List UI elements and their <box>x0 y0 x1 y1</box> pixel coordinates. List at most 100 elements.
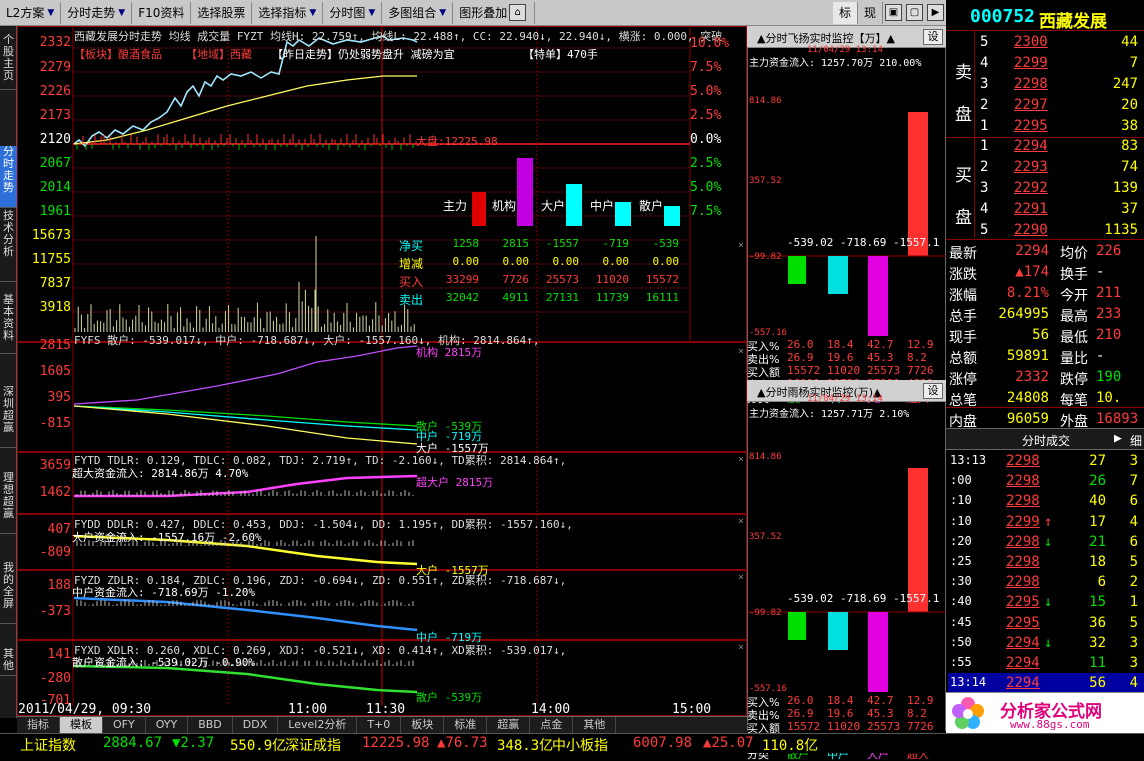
bottom-tab[interactable]: BBD <box>188 717 233 733</box>
close-icon[interactable]: × <box>738 516 744 527</box>
bottom-tab[interactable]: T+0 <box>357 717 402 733</box>
toolbar-f10[interactable]: F10资料 <box>132 1 192 24</box>
toolbar-l2-scheme[interactable]: L2方案 ▼ <box>0 1 62 24</box>
index-name-sz[interactable]: 深证成指 <box>285 735 341 755</box>
bottom-tab[interactable]: 超赢 <box>487 717 531 733</box>
bid-row[interactable]: 3 2292 139 <box>948 178 1144 199</box>
ind1-y: -815 <box>39 416 71 431</box>
bottom-tab[interactable]: OFY <box>103 717 146 733</box>
tick-row[interactable]: :30 2298 6 2 <box>948 572 1144 593</box>
tick-time: :20 <box>950 533 972 548</box>
toolbar-select-stock[interactable]: 选择股票 <box>191 1 253 24</box>
bottom-tab[interactable]: 板块 <box>401 717 445 733</box>
dapan-label: 大盘:12225.98 <box>416 135 498 148</box>
tick-row[interactable]: :50 2294 ↓ 32 3 <box>948 633 1144 654</box>
toolbar-now-button[interactable]: 现 <box>858 1 883 24</box>
tick-row[interactable]: :40 2295 ↓ 15 1 <box>948 592 1144 613</box>
pct-label: 2.5% <box>690 108 722 123</box>
tick-row[interactable]: :20 2298 ↓ 21 6 <box>948 532 1144 553</box>
ask-row[interactable]: 2 2297 20 <box>948 95 1144 116</box>
tick-row[interactable]: 13:13 2298 27 3 <box>948 451 1144 472</box>
bid-row[interactable]: 5 2290 1135 <box>948 220 1144 241</box>
ask-row[interactable]: 1 2295 38 <box>948 116 1144 137</box>
tick-row[interactable]: :10 2298 40 6 <box>948 491 1144 512</box>
bid-level: 1 <box>980 138 989 154</box>
toolbar-overlay[interactable]: 图形叠加 ⌂ <box>453 1 536 24</box>
tick-volume: 11 <box>1089 655 1106 671</box>
ask-row[interactable]: 3 2298 247 <box>948 74 1144 95</box>
tick-count: 4 <box>1129 513 1138 530</box>
bid-row[interactable]: 2 2293 74 <box>948 157 1144 178</box>
tick-count: 3 <box>1129 634 1138 651</box>
bottom-tab[interactable]: 指标 <box>17 717 60 733</box>
index-name-sh[interactable]: 上证指数 <box>20 735 76 755</box>
stat-value: - <box>1096 264 1105 280</box>
tick-price: 2295 <box>1006 594 1040 611</box>
restore-icon[interactable]: ▣ <box>885 4 902 21</box>
monitor-cell: 18.4 <box>827 338 854 351</box>
chart-canvas: × × × × × × <box>17 26 747 716</box>
ask-row[interactable]: 5 2300 44 <box>948 32 1144 53</box>
monitor-settings-button[interactable]: 设 <box>923 383 943 399</box>
bottom-tab[interactable]: 模板 <box>60 717 103 733</box>
ticks-detail[interactable]: 细 <box>1130 432 1142 449</box>
tab-my-fullscreen[interactable]: 我的全屏 <box>0 562 17 624</box>
index-name-sme[interactable]: 中小板指 <box>552 735 608 755</box>
bid-price: 2291 <box>1014 201 1048 217</box>
toolbar-mark-button[interactable]: 标 <box>832 1 858 24</box>
ticks-title[interactable]: 分时成交 <box>1022 432 1070 449</box>
tick-row[interactable]: :25 2298 18 5 <box>948 552 1144 573</box>
tab-technical[interactable]: 技术分析 <box>0 210 17 282</box>
price-label: 2014 <box>39 180 71 195</box>
bid-row[interactable]: 4 2291 37 <box>948 199 1144 220</box>
toolbar-label: 分时走势 <box>67 5 116 20</box>
bottom-tab[interactable]: 点金 <box>530 717 574 733</box>
close-icon[interactable]: × <box>738 572 744 583</box>
flower-logo-icon <box>952 697 984 729</box>
tick-count: 6 <box>1129 493 1138 510</box>
monitor-y-label: -557.16 <box>749 328 787 338</box>
tick-time: :10 <box>950 493 972 508</box>
bottom-tab[interactable]: 其他 <box>573 717 617 733</box>
tick-row[interactable]: :00 2298 26 7 <box>948 471 1144 492</box>
monitor-settings-button[interactable]: 设 <box>923 29 943 45</box>
close-icon[interactable]: × <box>738 240 744 251</box>
bid-volume: 1135 <box>1104 222 1138 238</box>
monitor-cell: 45.3 <box>867 351 894 364</box>
tick-row[interactable]: :45 2295 36 5 <box>948 613 1144 634</box>
bottom-tab[interactable]: 标准 <box>444 717 488 733</box>
tick-row[interactable]: :10 2299 ↑ 17 4 <box>948 512 1144 533</box>
play-icon[interactable]: ▶ <box>1114 431 1122 446</box>
close-icon[interactable]: × <box>738 346 744 357</box>
tick-price: 2294 <box>1006 634 1040 651</box>
bottom-tab[interactable]: Level2分析 <box>278 717 358 733</box>
tick-volume: 17 <box>1089 513 1106 530</box>
close-icon[interactable]: × <box>738 454 744 465</box>
box-icon[interactable]: ▢ <box>906 4 923 21</box>
lock-icon[interactable]: ⌂ <box>509 4 527 21</box>
tick-count: 3 <box>1129 453 1138 469</box>
tick-price: 2299 <box>1006 513 1040 530</box>
ask-row[interactable]: 4 2299 7 <box>948 53 1144 74</box>
index-chg-sh: ▼2.37 <box>172 735 215 751</box>
next-icon[interactable]: ▶ <box>927 4 944 21</box>
flow-cell: -539 <box>652 237 680 250</box>
toolbar-time-view[interactable]: 分时图 ▼ <box>323 1 383 24</box>
flow-cell: 0.00 <box>452 255 480 268</box>
bottom-tab[interactable]: DDX <box>233 717 279 733</box>
toolbar-select-indicator[interactable]: 选择指标 ▼ <box>252 1 324 24</box>
close-icon[interactable]: × <box>738 642 744 653</box>
tab-basic-info[interactable]: 基本资料 <box>0 294 17 354</box>
tab-sz-super[interactable]: 深圳超赢 <box>0 386 17 448</box>
toolbar-time-chart[interactable]: 分时走势 ▼ <box>61 1 133 24</box>
tick-row[interactable]: :55 2294 11 3 <box>948 653 1144 674</box>
bottom-tab[interactable]: OYY <box>146 717 189 733</box>
tab-time-chart[interactable]: 分时走势 <box>0 146 17 208</box>
tab-ideal-super[interactable]: 理想超赢 <box>0 472 17 534</box>
tab-stock-home[interactable]: 个股主页 <box>0 34 17 90</box>
tab-other[interactable]: 其他 <box>0 648 17 676</box>
toolbar-multi-chart[interactable]: 多图组合 ▼ <box>382 1 454 24</box>
monitor-cell: 7726 <box>907 720 934 733</box>
bid-row[interactable]: 1 2294 83 <box>948 136 1144 157</box>
flow-cell: 27131 <box>545 291 579 304</box>
